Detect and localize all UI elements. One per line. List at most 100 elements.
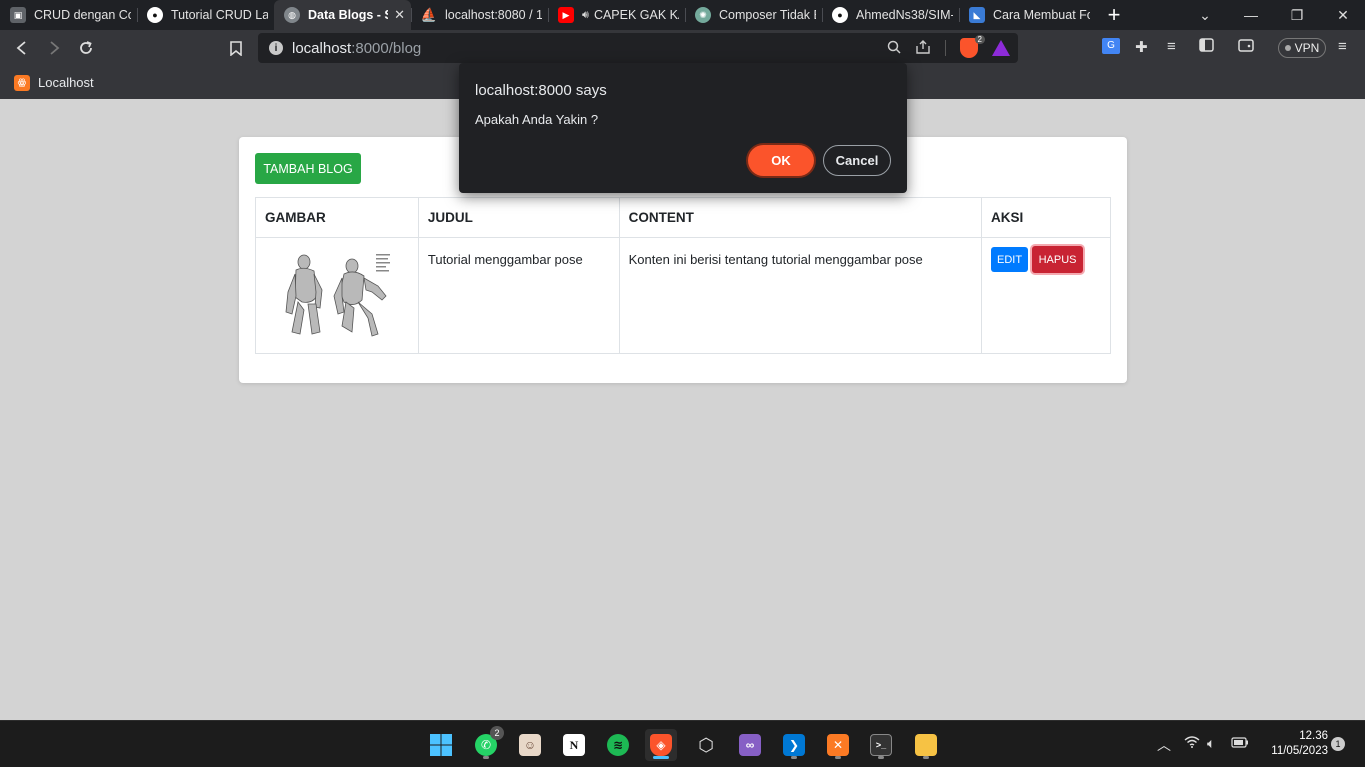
visual-studio-icon: ∞ (739, 734, 761, 756)
taskbar-terminal[interactable]: >_ (865, 729, 897, 761)
system-clock[interactable]: 12.36 11/05/2023 (1258, 729, 1328, 759)
header-judul: JUDUL (417, 197, 620, 238)
vpn-status-dot (1284, 45, 1291, 51)
menu-icon[interactable]: ≡ (1338, 38, 1347, 55)
judul-cell: Tutorial menggambar pose (417, 237, 620, 354)
windows-taskbar: ✆ 2 ☺ N ≋ ◈ ⬡ ∞ ❯ ✕ >_ ︿ 🔈︎ 12.36 11/05/… (0, 720, 1365, 767)
vscode-icon: ❯ (783, 734, 805, 756)
tab-github-repo[interactable]: ● AhmedNs38/SIM-C (822, 0, 959, 30)
tab-search-chevron-icon[interactable]: ⌄ (1182, 0, 1228, 30)
taskbar-file-explorer[interactable] (910, 729, 942, 761)
whatsapp-badge: 2 (490, 726, 504, 740)
delete-button[interactable]: HAPUS (1032, 246, 1084, 273)
aksi-cell: EDIT HAPUS (981, 237, 1111, 354)
media-playlist-icon[interactable]: ≡ (1167, 38, 1176, 55)
running-indicator (653, 756, 669, 759)
tab-title: Composer Tidak Be (719, 8, 816, 22)
tab-flutter[interactable]: ◣ Cara Membuat Fol (959, 0, 1096, 30)
forward-button[interactable] (44, 38, 64, 58)
table-header-row: GAMBAR JUDUL CONTENT AKSI (255, 197, 1111, 238)
running-indicator (791, 756, 797, 759)
content-cell: Konten ini berisi tentang tutorial mengg… (618, 237, 983, 354)
taskbar-brave[interactable]: ◈ (645, 729, 677, 761)
edit-button[interactable]: EDIT (991, 247, 1029, 272)
tab-title: CAPEK GAK KA (593, 8, 679, 22)
brave-icon: ◈ (650, 734, 672, 756)
xampp-icon: ✕ (827, 734, 849, 756)
game-avatar-icon: ☺ (519, 734, 541, 756)
header-aksi: AKSI (981, 197, 1111, 238)
close-icon[interactable]: ✕ (394, 7, 405, 23)
bookmark-localhost[interactable]: Localhost (38, 75, 94, 90)
taskbar-xampp[interactable]: ✕ (822, 729, 854, 761)
header-content: CONTENT (618, 197, 983, 238)
vpn-button[interactable]: VPN (1278, 38, 1326, 58)
wallet-icon[interactable] (1238, 38, 1254, 52)
tray-chevron-up-icon[interactable]: ︿ (1157, 735, 1171, 755)
folder-icon (915, 734, 937, 756)
taskbar-spotify[interactable]: ≋ (602, 729, 634, 761)
battery-icon[interactable] (1231, 735, 1249, 751)
running-indicator (835, 756, 841, 759)
new-tab-button[interactable]: + (1096, 0, 1132, 30)
notification-badge[interactable]: 1 (1331, 737, 1345, 751)
taskbar-whatsapp[interactable]: ✆ 2 (470, 726, 504, 761)
translate-icon[interactable]: G (1102, 38, 1120, 54)
back-button[interactable] (12, 38, 32, 58)
tab-chatgpt[interactable]: ✺ Composer Tidak Be (685, 0, 822, 30)
tab-strip: ▣ CRUD dengan Cod ● Tutorial CRUD Lara ◍… (0, 0, 1365, 30)
reload-button[interactable] (76, 38, 96, 58)
tab-title: AhmedNs38/SIM-C (856, 8, 953, 22)
dialog-cancel-button[interactable]: Cancel (823, 145, 891, 176)
tab-data-blogs[interactable]: ◍ Data Blogs - Se ✕ (274, 0, 411, 30)
zoom-search-icon[interactable] (887, 40, 901, 57)
image-cell (255, 237, 419, 354)
phpmyadmin-icon: ⛵ (420, 7, 438, 22)
brave-rewards-icon[interactable] (992, 40, 1010, 56)
taskbar-visual-studio[interactable]: ∞ (734, 729, 766, 761)
bookmark-icon[interactable] (226, 38, 246, 58)
confirm-dialog: localhost:8000 says Apakah Anda Yakin ? … (459, 63, 907, 193)
address-bar[interactable]: i localhost:8000/blog 2 (258, 33, 1018, 63)
tab-title: localhost:8080 / 12 (445, 8, 542, 22)
sidebar-icon[interactable] (1199, 38, 1214, 52)
table-row: Tutorial menggambar pose Konten ini beri… (255, 237, 1111, 354)
add-blog-button[interactable]: TAMBAH BLOG (255, 153, 361, 184)
tab-title: Data Blogs - Se (308, 8, 388, 22)
share-icon[interactable] (915, 39, 931, 57)
taskbar-notion[interactable]: N (558, 729, 590, 761)
site-info-icon[interactable]: i (269, 41, 283, 55)
blog-table: GAMBAR JUDUL CONTENT AKSI Tutorial mengg… (255, 197, 1111, 354)
url-text: localhost:8000/blog (292, 39, 422, 57)
notion-icon: N (563, 734, 585, 756)
extensions-icon[interactable]: ✚ (1135, 38, 1148, 56)
tab-page-icon: ▣ (10, 7, 26, 23)
tab-tutorial-crud-laravel[interactable]: ● Tutorial CRUD Lara (137, 0, 274, 30)
restore-button[interactable]: ❐ (1274, 0, 1320, 30)
tab-youtube[interactable]: ▶ 🔊︎ CAPEK GAK KA (548, 0, 685, 30)
dialog-title: localhost:8000 says (475, 82, 607, 99)
taskbar-game[interactable]: ☺ (514, 729, 546, 761)
minimize-button[interactable]: — (1228, 0, 1274, 30)
pose-drawing-image (285, 254, 390, 337)
speaker-icon[interactable]: 🔊︎ (582, 9, 589, 22)
tab-crud-codeigniter[interactable]: ▣ CRUD dengan Cod (0, 0, 137, 30)
dialog-message: Apakah Anda Yakin ? (475, 112, 599, 127)
start-button[interactable] (425, 729, 457, 761)
terminal-icon: >_ (870, 734, 892, 756)
dialog-ok-button[interactable]: OK (748, 145, 814, 176)
tab-phpmyadmin[interactable]: ⛵ localhost:8080 / 12 (411, 0, 548, 30)
header-gambar: GAMBAR (255, 197, 419, 238)
youtube-icon: ▶ (558, 7, 574, 23)
shield-count-badge: 2 (974, 35, 985, 44)
brave-shield-icon[interactable]: 2 (960, 35, 985, 58)
taskbar-vscode[interactable]: ❯ (778, 729, 810, 761)
divider (945, 40, 946, 56)
volume-icon[interactable]: 🔈︎ (1207, 735, 1215, 752)
windows-icon (430, 734, 452, 756)
github-icon: ● (147, 7, 163, 23)
running-indicator (483, 756, 489, 759)
close-window-button[interactable]: ✕ (1320, 0, 1365, 30)
wifi-icon[interactable] (1184, 735, 1200, 751)
taskbar-unity[interactable]: ⬡ (690, 729, 722, 761)
